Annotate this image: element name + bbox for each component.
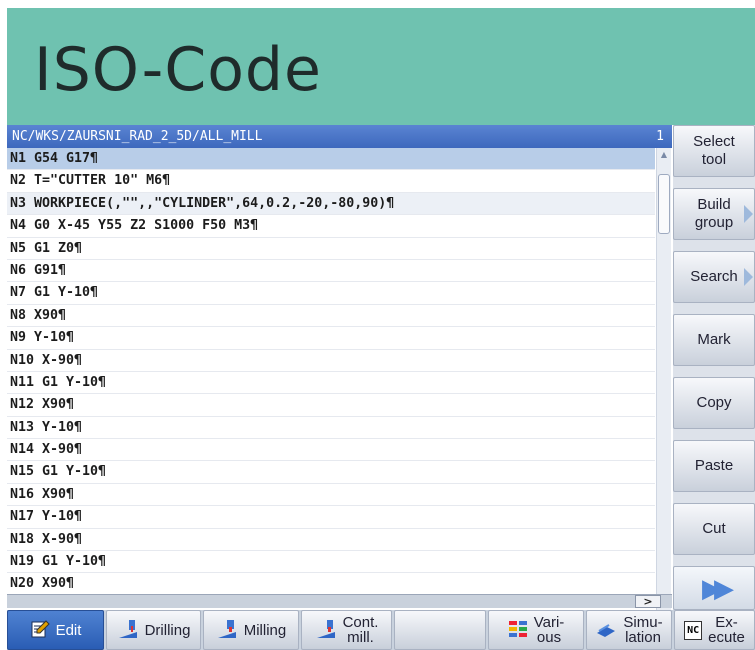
- code-line[interactable]: N7 G1 Y-10¶: [7, 282, 655, 305]
- edit-icon: [30, 619, 50, 642]
- code-line[interactable]: N18 X-90¶: [7, 529, 655, 552]
- copy-button[interactable]: Copy: [673, 377, 755, 429]
- code-line[interactable]: N2 T="CUTTER 10" M6¶: [7, 170, 655, 193]
- tab-empty[interactable]: [394, 610, 486, 650]
- select-tool-button[interactable]: Select tool: [673, 125, 755, 177]
- code-area[interactable]: N1 G54 G17¶ N2 T="CUTTER 10" M6¶ N3 WORKPI…: [7, 148, 655, 605]
- code-line[interactable]: N5 G1 Z0¶: [7, 238, 655, 260]
- tab-milling[interactable]: Milling: [203, 610, 299, 650]
- scroll-right-button[interactable]: >: [635, 595, 661, 608]
- build-group-button[interactable]: Build group: [673, 188, 755, 240]
- cut-button[interactable]: Cut: [673, 503, 755, 555]
- paste-button[interactable]: Paste: [673, 440, 755, 492]
- code-line[interactable]: N11 G1 Y-10¶: [7, 372, 655, 395]
- scrollbar-thumb[interactable]: [658, 174, 670, 234]
- milling-icon: [216, 618, 238, 643]
- execute-button[interactable]: NC Ex- ecute: [674, 610, 755, 650]
- page-title: ISO-Code: [34, 35, 322, 105]
- code-line[interactable]: N10 X-90¶: [7, 350, 655, 372]
- tab-simulation[interactable]: Simu- lation: [586, 610, 672, 650]
- mark-button[interactable]: Mark: [673, 314, 755, 366]
- various-icon: [508, 619, 528, 642]
- horizontal-scrollbar[interactable]: >: [7, 594, 672, 608]
- code-line[interactable]: N17 Y-10¶: [7, 506, 655, 529]
- horizontal-softkey-bar: Edit Drilling Milling Cont. mill. Vari- …: [7, 610, 755, 650]
- more-softkeys-button[interactable]: ▶▶: [673, 566, 755, 610]
- code-line[interactable]: N4 G0 X-45 Y55 Z2 S1000 F50 M3¶: [7, 215, 655, 238]
- tab-drilling[interactable]: Drilling: [106, 610, 201, 650]
- code-line[interactable]: N9 Y-10¶: [7, 327, 655, 350]
- drilling-icon: [117, 618, 139, 643]
- code-line[interactable]: N6 G91¶: [7, 260, 655, 283]
- submenu-arrow-icon: [744, 205, 753, 223]
- double-arrow-icon: ▶▶: [702, 573, 734, 603]
- code-line[interactable]: N19 G1 Y-10¶: [7, 551, 655, 574]
- tab-edit[interactable]: Edit: [7, 610, 104, 650]
- code-line[interactable]: N13 Y-10¶: [7, 417, 655, 440]
- program-path: NC/WKS/ZAURSNI_RAD_2_5D/ALL_MILL: [12, 129, 263, 144]
- code-line[interactable]: N14 X-90¶: [7, 439, 655, 462]
- code-line[interactable]: N15 G1 Y-10¶: [7, 461, 655, 484]
- simulation-icon: [595, 619, 617, 642]
- code-line[interactable]: N8 X90¶: [7, 305, 655, 328]
- code-line[interactable]: N20 X90¶: [7, 573, 655, 596]
- program-path-bar: NC/WKS/ZAURSNI_RAD_2_5D/ALL_MILL 1: [7, 125, 672, 148]
- tab-contour-milling[interactable]: Cont. mill.: [301, 610, 392, 650]
- tab-various[interactable]: Vari- ous: [488, 610, 584, 650]
- search-button[interactable]: Search: [673, 251, 755, 303]
- nc-execute-icon: NC: [684, 620, 703, 640]
- submenu-arrow-icon: [744, 268, 753, 286]
- code-line[interactable]: N1 G54 G17¶: [7, 148, 655, 171]
- scroll-up-icon[interactable]: ▲: [658, 150, 670, 160]
- code-line[interactable]: N3 WORKPIECE(,"",,"CYLINDER",64,0.2,-20,…: [7, 192, 655, 216]
- program-line-index: 1: [656, 129, 664, 144]
- program-editor[interactable]: NC/WKS/ZAURSNI_RAD_2_5D/ALL_MILL 1 N1 G5…: [7, 125, 672, 610]
- vertical-scrollbar[interactable]: ▲ ▼: [656, 148, 671, 610]
- title-banner: ISO-Code: [7, 8, 755, 125]
- vertical-softkey-bar: Select tool Build group Search Mark Copy…: [673, 125, 755, 610]
- code-line[interactable]: N12 X90¶: [7, 394, 655, 417]
- code-line[interactable]: N16 X90¶: [7, 484, 655, 507]
- contour-milling-icon: [315, 618, 337, 643]
